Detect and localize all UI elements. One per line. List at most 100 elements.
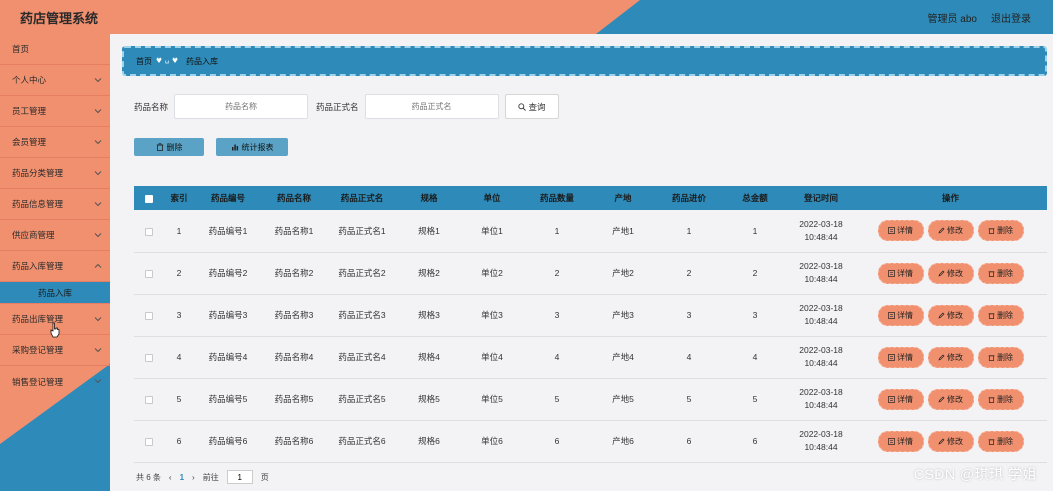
- chevron-down-icon: [94, 317, 102, 322]
- register-time-cell: 2022-03-18 10:48:44: [788, 294, 854, 337]
- drug-name-cell: 药品名称6: [262, 420, 326, 463]
- formal-name-input[interactable]: [364, 94, 499, 119]
- row-checkbox[interactable]: [134, 210, 164, 253]
- select-all-checkbox[interactable]: [134, 186, 164, 210]
- delete-button[interactable]: 删除: [977, 304, 1024, 326]
- sidebar-item-drug-category[interactable]: 药品分类管理: [0, 158, 110, 189]
- purchase-price-cell: 6: [656, 420, 722, 463]
- detail-icon: [888, 437, 895, 445]
- quantity-cell: 5: [524, 378, 590, 421]
- sidebar-item-purchase[interactable]: 采购登记管理: [0, 335, 110, 366]
- sidebar-item-sales[interactable]: 销售登记管理: [0, 366, 110, 397]
- origin-cell: 产地1: [590, 210, 656, 253]
- quantity-cell: 3: [524, 294, 590, 337]
- trash-icon: [156, 143, 163, 151]
- prev-page-button[interactable]: ‹: [169, 473, 172, 482]
- delete-button[interactable]: 删除: [977, 346, 1024, 368]
- sidebar-item-stock-in-mgmt[interactable]: 药品入库管理: [0, 251, 110, 282]
- delete-button[interactable]: 删除: [977, 262, 1024, 284]
- detail-icon: [888, 227, 895, 235]
- sidebar-item-home[interactable]: 首页: [0, 34, 110, 65]
- main-content: 首页 ω 药品入库 药品名称 药品正式名 查询 删除 统计报表: [110, 34, 1053, 491]
- row-checkbox[interactable]: [134, 420, 164, 463]
- pencil-icon: [938, 396, 945, 403]
- drug-stock-in-table: 索引 药品编号 药品名称 药品正式名 规格 单位 药品数量 产地 药品进价 总金…: [134, 186, 1047, 463]
- quantity-cell: 6: [524, 420, 590, 463]
- table-row: 4 药品编号4 药品名称4 药品正式名4 规格4 单位4 4 产地4 4 4 2022-03-18 1…: [134, 336, 1047, 379]
- total-count: 共 6 条: [136, 472, 161, 482]
- logout-link[interactable]: 退出登录: [991, 10, 1031, 25]
- sidebar-subitem-stock-in[interactable]: 药品入库: [0, 282, 110, 304]
- delete-button[interactable]: 删除: [977, 220, 1024, 242]
- column-header: 药品编号: [194, 186, 262, 210]
- sidebar-item-staff[interactable]: 员工管理: [0, 96, 110, 127]
- detail-button[interactable]: 详情: [877, 388, 924, 410]
- unit-cell: 单位6: [460, 420, 524, 463]
- trash-icon: [988, 354, 995, 361]
- pencil-icon: [938, 312, 945, 319]
- index-cell: 6: [164, 420, 194, 463]
- quantity-cell: 2: [524, 252, 590, 295]
- edit-button[interactable]: 修改: [927, 220, 974, 242]
- quantity-cell: 1: [524, 210, 590, 253]
- detail-button[interactable]: 详情: [877, 220, 924, 242]
- edit-button[interactable]: 修改: [927, 430, 974, 452]
- formal-name-cell: 药品正式名1: [326, 210, 398, 253]
- breadcrumb: 首页 ω 药品入库: [122, 46, 1047, 76]
- search-bar: 药品名称 药品正式名 查询: [134, 94, 559, 119]
- drug-name-input[interactable]: [174, 94, 309, 119]
- sidebar-item-supplier[interactable]: 供应商管理: [0, 220, 110, 251]
- unit-cell: 单位5: [460, 378, 524, 421]
- sidebar-item-members[interactable]: 会员管理: [0, 127, 110, 158]
- breadcrumb-home[interactable]: 首页: [136, 56, 152, 67]
- goto-page-input[interactable]: [226, 470, 253, 484]
- column-header: 药品进价: [656, 186, 722, 210]
- unit-cell: 单位3: [460, 294, 524, 337]
- row-operations: 详情 修改 删除: [854, 210, 1047, 253]
- delete-button[interactable]: 删除: [977, 388, 1024, 410]
- row-checkbox[interactable]: [134, 252, 164, 295]
- batch-delete-button[interactable]: 删除: [134, 138, 204, 156]
- table-header-row: 索引 药品编号 药品名称 药品正式名 规格 单位 药品数量 产地 药品进价 总金…: [134, 186, 1047, 210]
- row-operations: 详情 修改 删除: [854, 378, 1047, 421]
- search-button[interactable]: 查询: [504, 94, 559, 119]
- detail-button[interactable]: 详情: [877, 304, 924, 326]
- register-time-cell: 2022-03-18 10:48:44: [788, 336, 854, 379]
- spec-cell: 规格6: [398, 420, 460, 463]
- edit-button[interactable]: 修改: [927, 346, 974, 368]
- drug-code-cell: 药品编号1: [194, 210, 262, 253]
- register-time-cell: 2022-03-18 10:48:44: [788, 420, 854, 463]
- formal-name-cell: 药品正式名5: [326, 378, 398, 421]
- row-checkbox[interactable]: [134, 294, 164, 337]
- chevron-down-icon: [94, 109, 102, 114]
- table-actions: 删除 统计报表: [134, 138, 288, 156]
- register-time-cell: 2022-03-18 10:48:44: [788, 210, 854, 253]
- formal-name-label: 药品正式名: [316, 101, 359, 112]
- column-header: 登记时间: [788, 186, 854, 210]
- edit-button[interactable]: 修改: [927, 388, 974, 410]
- delete-button[interactable]: 删除: [977, 430, 1024, 452]
- chevron-down-icon: [94, 348, 102, 353]
- spec-cell: 规格2: [398, 252, 460, 295]
- search-icon: [517, 102, 526, 111]
- page-number[interactable]: 1: [180, 473, 184, 482]
- next-page-button[interactable]: ›: [192, 473, 195, 482]
- breadcrumb-current: 药品入库: [186, 56, 218, 66]
- row-checkbox[interactable]: [134, 378, 164, 421]
- purchase-price-cell: 3: [656, 294, 722, 337]
- index-cell: 5: [164, 378, 194, 421]
- sidebar-item-drug-info[interactable]: 药品信息管理: [0, 189, 110, 220]
- column-header: 规格: [398, 186, 460, 210]
- edit-button[interactable]: 修改: [927, 304, 974, 326]
- row-checkbox[interactable]: [134, 336, 164, 379]
- edit-button[interactable]: 修改: [927, 262, 974, 284]
- sidebar-item-personal-center[interactable]: 个人中心: [0, 65, 110, 96]
- quantity-cell: 4: [524, 336, 590, 379]
- pencil-icon: [938, 227, 945, 234]
- origin-cell: 产地4: [590, 336, 656, 379]
- detail-button[interactable]: 详情: [877, 346, 924, 368]
- statistics-report-button[interactable]: 统计报表: [216, 138, 288, 156]
- detail-button[interactable]: 详情: [877, 430, 924, 452]
- detail-button[interactable]: 详情: [877, 262, 924, 284]
- sidebar: 首页 个人中心 员工管理 会员管理 药品分类管理 药品信息管理 供应商管理 药品…: [0, 34, 110, 491]
